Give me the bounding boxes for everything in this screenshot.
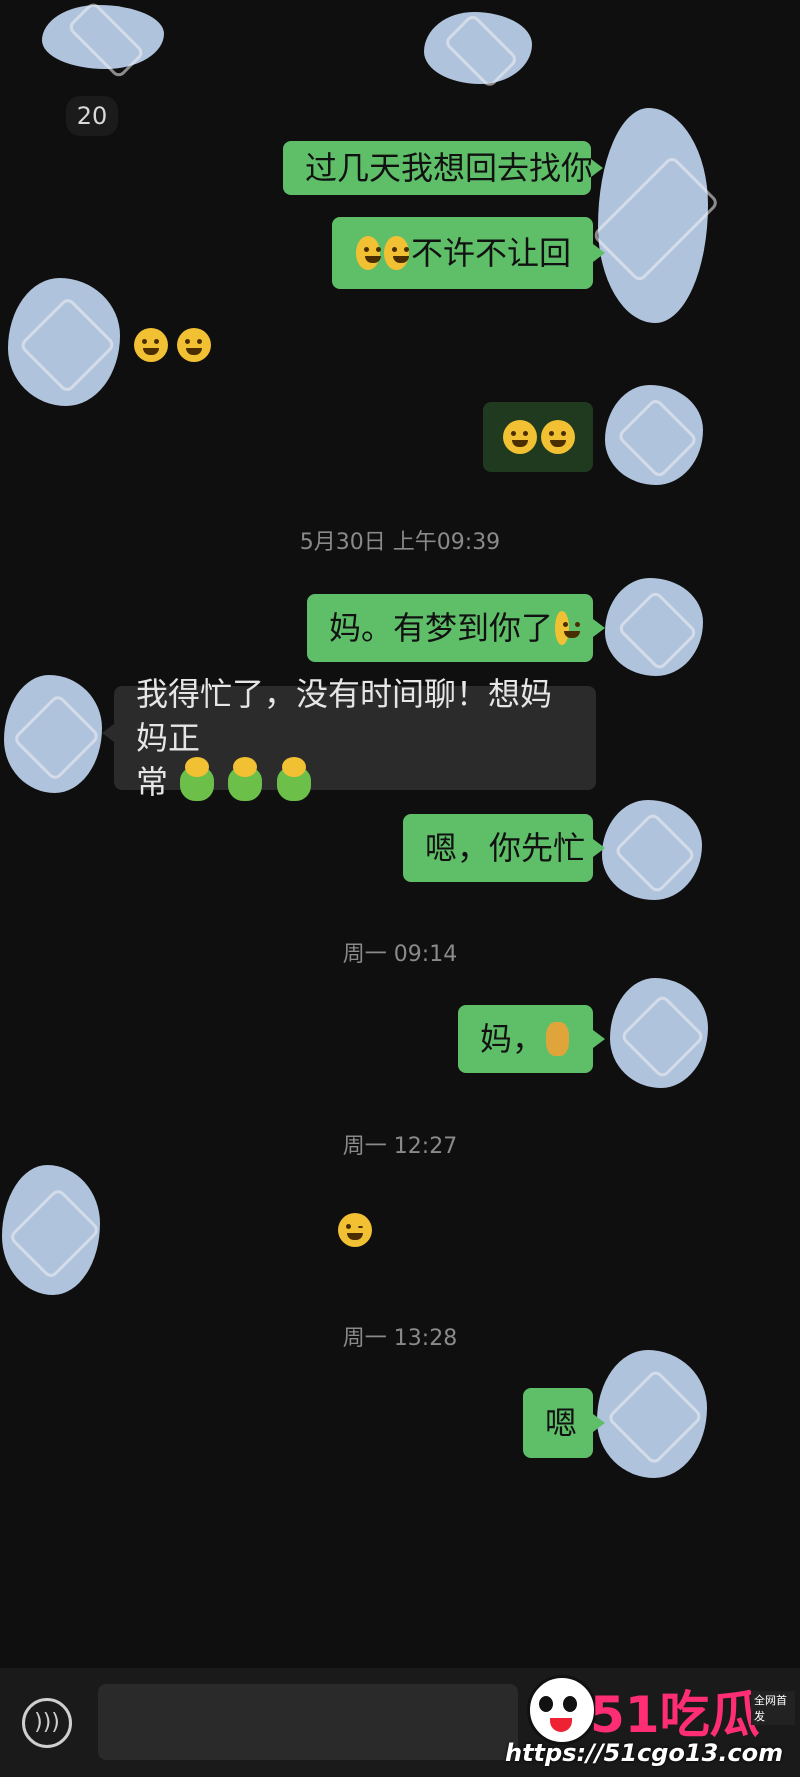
message-text: 过几天我想回去找你	[305, 149, 594, 187]
avatar[interactable]	[8, 278, 120, 406]
message-emoji-received[interactable]	[336, 1213, 374, 1247]
frog-emoji-icon	[276, 757, 311, 801]
message-text: 妈。有梦到你了	[329, 609, 554, 647]
avatar[interactable]	[602, 800, 702, 900]
message-bubble-received[interactable]: 我得忙了，没有时间聊！想妈妈正 常	[102, 675, 596, 801]
avatar[interactable]	[597, 1350, 707, 1478]
avatar[interactable]	[605, 385, 703, 485]
panda-mascot-icon	[527, 1675, 597, 1745]
voice-icon[interactable]: )))	[22, 1698, 72, 1748]
avatar[interactable]	[2, 1165, 100, 1295]
avatar[interactable]	[424, 12, 532, 84]
message-text: 妈，	[480, 1020, 545, 1058]
grin-face-icon	[541, 420, 575, 454]
frog-emoji-icon	[228, 757, 263, 801]
timestamp: 周一 09:14	[342, 942, 458, 967]
smile-face-icon	[134, 328, 168, 362]
watermark-logo: 51吃瓜	[590, 1686, 760, 1744]
avatar[interactable]	[605, 578, 703, 676]
message-emoji-sent[interactable]	[483, 402, 593, 472]
wink-face-icon	[338, 1213, 372, 1247]
message-bubble-sent[interactable]: 不许不让回	[332, 217, 605, 289]
message-input[interactable]	[98, 1684, 518, 1760]
shush-face-icon	[356, 236, 381, 270]
message-text-line: 我得忙了，没有时间聊！想妈妈正	[136, 675, 553, 757]
timestamp: 5月30日 上午09:39	[299, 530, 501, 555]
avatar[interactable]	[4, 675, 102, 793]
message-bubble-sent[interactable]: 妈。有梦到你了	[307, 594, 605, 662]
watermark-url: https://51cgo13.com	[505, 1739, 784, 1767]
message-text: 不许不让回	[410, 234, 571, 272]
timestamp: 周一 12:27	[342, 1134, 458, 1159]
avatar[interactable]	[610, 978, 708, 1088]
shush-face-icon	[384, 236, 410, 270]
avatar[interactable]	[42, 5, 164, 69]
message-text-line: 常	[136, 757, 313, 804]
smile-face-icon	[177, 328, 212, 362]
message-bubble-sent[interactable]: 嗯	[523, 1388, 605, 1458]
avatar[interactable]	[598, 108, 708, 323]
grin-face-icon	[503, 420, 537, 454]
teapot-emoji-icon	[546, 1022, 569, 1056]
frog-emoji-icon	[180, 757, 215, 801]
message-bubble-sent[interactable]: 妈，	[458, 1005, 605, 1073]
unread-count-badge: 20	[66, 96, 118, 136]
message-bubble-sent[interactable]: 过几天我想回去找你	[283, 141, 603, 195]
timestamp: 周一 13:28	[342, 1326, 458, 1351]
watermark-tag: 全网首发	[751, 1691, 795, 1725]
thinking-face-icon	[555, 611, 581, 645]
message-emoji-received[interactable]	[132, 328, 213, 362]
watermark: 51吃瓜 全网首发 https://51cgo13.com	[505, 1675, 795, 1775]
message-text: 嗯	[545, 1404, 578, 1442]
message-bubble-sent[interactable]: 嗯，你先忙	[403, 814, 605, 882]
message-text: 嗯，你先忙	[425, 829, 586, 867]
